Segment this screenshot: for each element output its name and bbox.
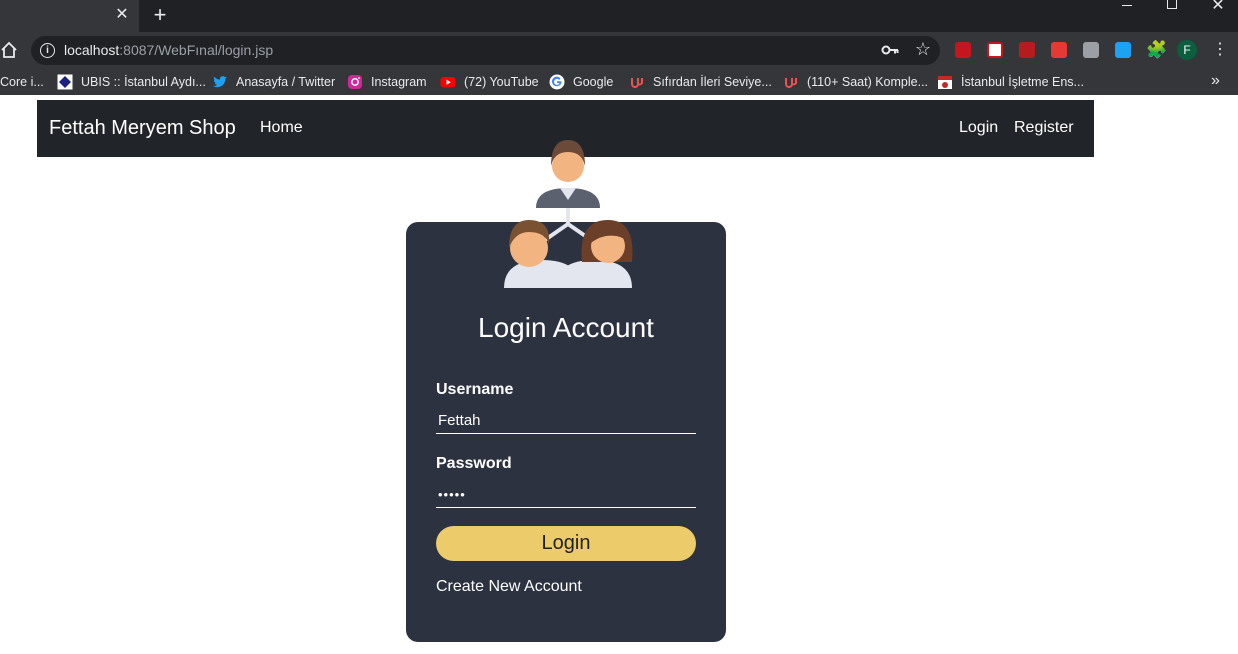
bookmark-item[interactable]: (110+ Saat) Komple...: [783, 69, 928, 95]
bookmark-label: Anasayfa / Twitter: [236, 75, 336, 89]
ubis-icon: [57, 74, 73, 90]
username-label: Username: [436, 381, 514, 398]
bookmark-item[interactable]: İstanbul İşletme Ens...: [937, 69, 1084, 95]
url-host: localhost: [64, 42, 120, 58]
password-input[interactable]: [436, 481, 696, 508]
red-extension-icon[interactable]: [1019, 42, 1035, 58]
pdf-extension-icon[interactable]: [955, 42, 971, 58]
create-account-link[interactable]: Create New Account: [436, 578, 582, 596]
users-group-icon: [504, 140, 633, 288]
google-icon: [549, 74, 565, 90]
url-text[interactable]: localhost:8087/WebFınal/login.jsp: [64, 42, 273, 59]
instagram-icon: [348, 75, 362, 89]
close-tab-icon[interactable]: ✕: [114, 5, 130, 25]
browser-tab[interactable]: ✕: [0, 0, 139, 32]
address-bar[interactable]: i localhost:8087/WebFınal/login.jsp ☆: [31, 36, 940, 65]
bookmark-item[interactable]: Sıfırdan İleri Seviye...: [629, 69, 772, 95]
bookmark-label: (110+ Saat) Komple...: [807, 75, 929, 89]
profile-avatar[interactable]: F: [1177, 40, 1197, 60]
bookmarks-overflow-button[interactable]: »: [1211, 72, 1220, 90]
bookmark-item[interactable]: (72) YouTube: [440, 69, 539, 95]
blue-extension-icon[interactable]: [1115, 42, 1131, 58]
bookmark-item[interactable]: Core i...: [0, 69, 44, 95]
close-window-button[interactable]: ✕: [1195, 0, 1238, 14]
bookmark-label: Google: [573, 75, 614, 89]
twitter-icon: [213, 76, 227, 88]
bookmark-label: (72) YouTube: [464, 75, 539, 89]
bookmark-label: Sıfırdan İleri Seviye...: [653, 75, 772, 89]
key-icon[interactable]: [881, 43, 899, 57]
bookmark-item[interactable]: Anasayfa / Twitter: [212, 69, 335, 95]
minimize-window-button[interactable]: [1104, 0, 1150, 14]
bookmark-label: İstanbul İşletme Ens...: [961, 75, 1084, 89]
udemy-icon: [631, 78, 643, 88]
bookmark-star-icon[interactable]: ☆: [913, 39, 933, 59]
browser-tab-strip: ✕ + ✕: [0, 0, 1238, 32]
grey-extension-icon[interactable]: [1083, 42, 1099, 58]
udemy-icon: [785, 78, 797, 88]
nav-register-link[interactable]: Register: [1014, 119, 1074, 137]
bookmark-item[interactable]: Instagram: [347, 69, 427, 95]
bookmark-item[interactable]: Google: [549, 69, 613, 95]
new-tab-button[interactable]: +: [150, 3, 170, 27]
brand-link[interactable]: Fettah Meryem Shop: [49, 117, 236, 140]
fast-forward-extension-icon[interactable]: [1051, 42, 1067, 58]
nav-login-link[interactable]: Login: [959, 119, 998, 137]
url-path: :8087/WebFınal/login.jsp: [119, 42, 274, 58]
youtube-icon: [440, 77, 456, 88]
bookmark-label: Instagram: [371, 75, 427, 89]
site-info-icon[interactable]: i: [40, 43, 55, 58]
login-button[interactable]: Login: [436, 526, 696, 561]
bookmark-item[interactable]: UBIS :: İstanbul Aydı...: [57, 69, 206, 95]
bookmark-label: Core i...: [0, 75, 44, 89]
nav-home-link[interactable]: Home: [260, 119, 303, 137]
bookmark-label: UBIS :: İstanbul Aydı...: [81, 75, 206, 89]
calendar-icon: [938, 76, 952, 89]
extensions-puzzle-icon[interactable]: 🧩: [1146, 40, 1167, 60]
username-input[interactable]: [436, 407, 696, 434]
home-icon[interactable]: [0, 41, 18, 59]
pocket-extension-icon[interactable]: [987, 42, 1003, 58]
password-label: Password: [436, 455, 512, 472]
bookmarks-bar: Core i... UBIS :: İstanbul Aydı... Anasa…: [0, 69, 1238, 95]
maximize-window-button[interactable]: [1149, 0, 1195, 14]
browser-menu-icon[interactable]: ⋮: [1212, 40, 1228, 60]
login-title: Login Account: [478, 312, 654, 343]
